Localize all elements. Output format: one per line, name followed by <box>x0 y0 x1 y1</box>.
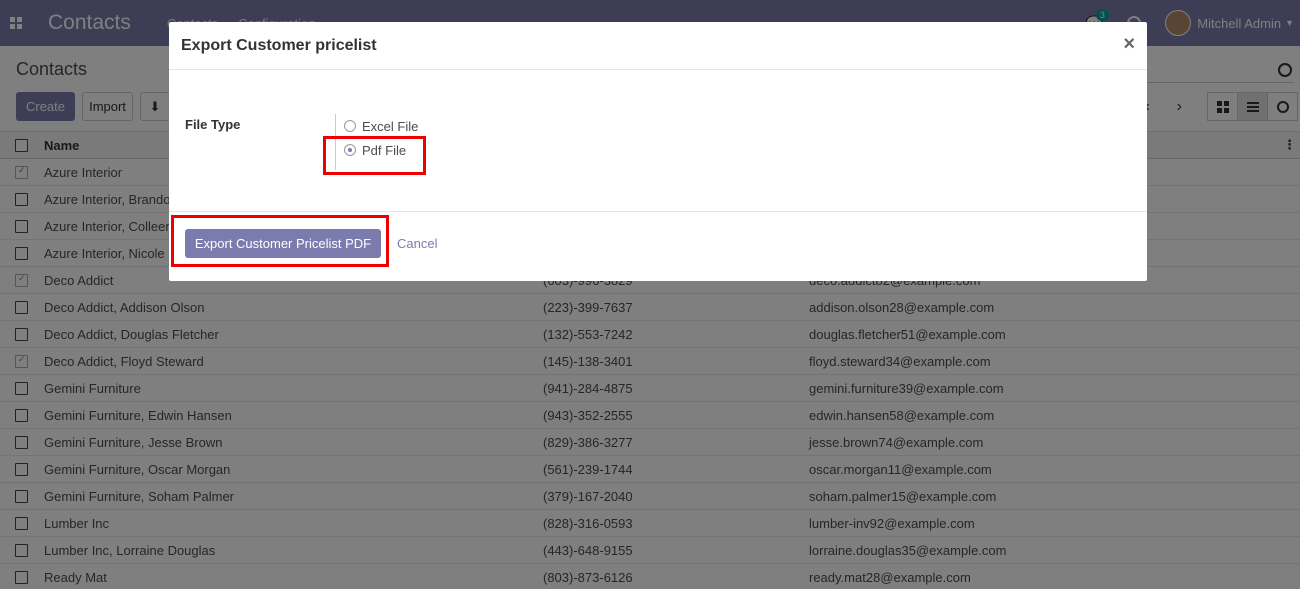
modal-footer: Export Customer Pricelist PDF Cancel <box>169 212 1147 280</box>
export-dialog: Export Customer pricelist × File Type Ex… <box>169 22 1147 281</box>
close-icon[interactable]: × <box>1123 33 1135 56</box>
radio-option-excel[interactable]: Excel File <box>344 114 418 138</box>
highlight-box-pdf <box>323 136 426 175</box>
modal-title: Export Customer pricelist <box>181 37 377 54</box>
radio-excel[interactable] <box>344 120 356 132</box>
highlight-box-export <box>171 215 389 267</box>
radio-label-excel: Excel File <box>362 118 419 134</box>
modal-body: File Type Excel File Pdf File <box>169 70 1147 212</box>
file-type-label: File Type <box>185 117 241 132</box>
modal-header: Export Customer pricelist × <box>169 22 1147 70</box>
cancel-button[interactable]: Cancel <box>397 236 437 251</box>
